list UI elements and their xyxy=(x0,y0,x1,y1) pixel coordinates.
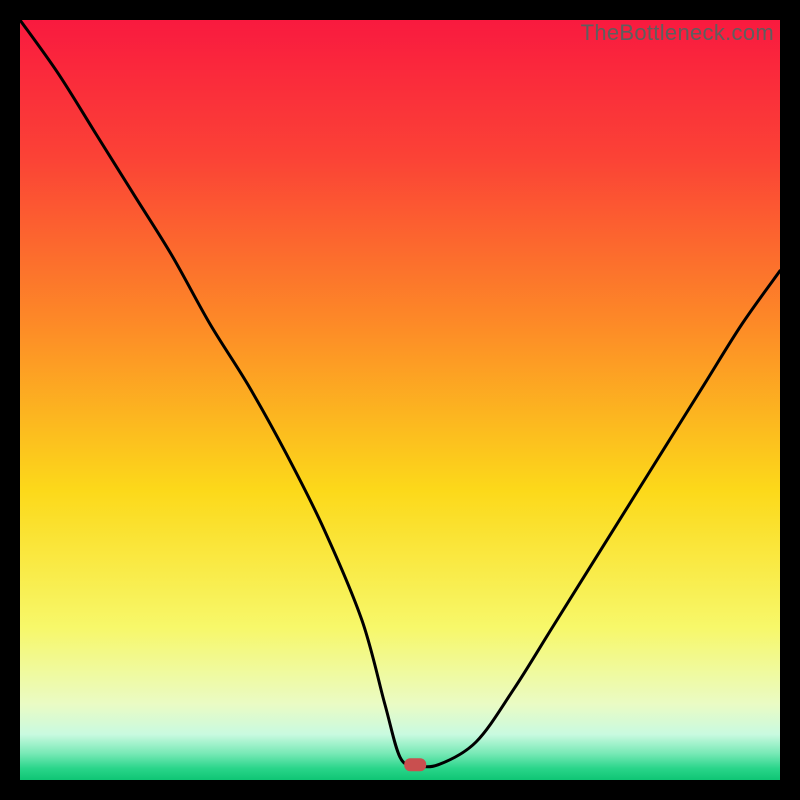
optimal-point-marker xyxy=(404,758,426,771)
watermark-text: TheBottleneck.com xyxy=(581,20,774,46)
bottleneck-chart xyxy=(20,20,780,780)
gradient-background xyxy=(20,20,780,780)
chart-frame: TheBottleneck.com xyxy=(20,20,780,780)
